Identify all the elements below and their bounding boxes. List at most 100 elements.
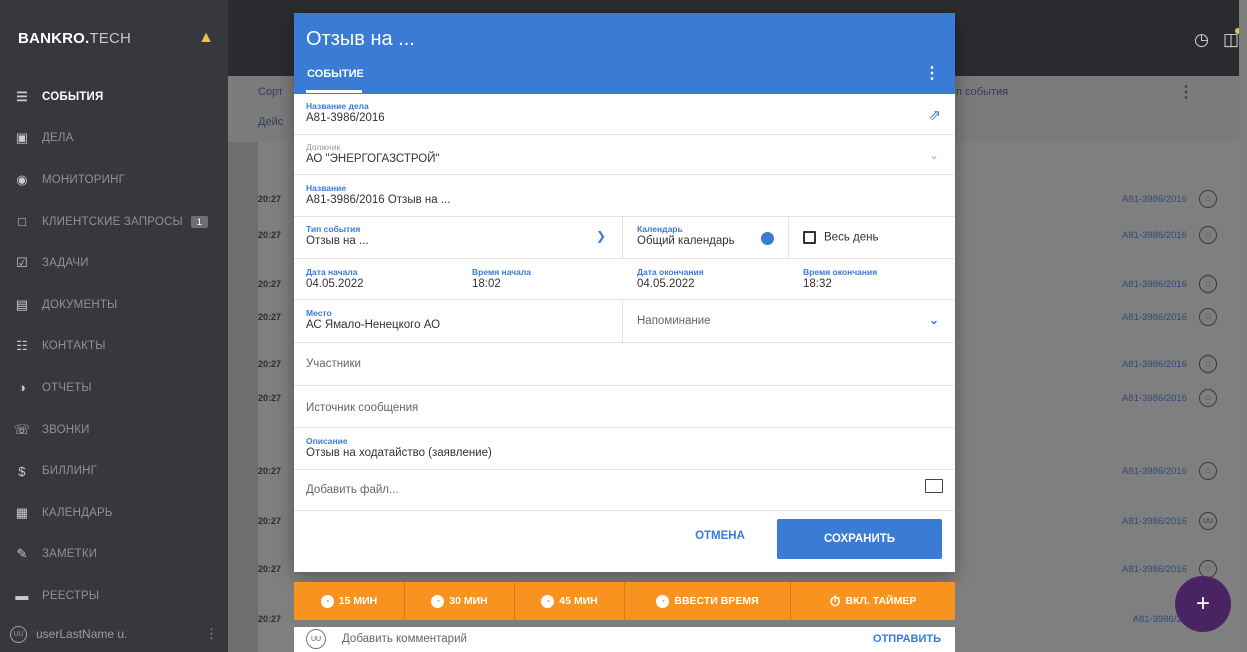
sidebar-item-8[interactable]: ☏ ЗВОНКИ [0,409,228,451]
more-vert-icon[interactable]: ⋮ [1178,82,1194,102]
source-placeholder: Источник сообщения [306,402,419,414]
add-30-min-button[interactable]: ◔ 30 МИН [405,582,515,620]
field-label: Дата окончания [637,267,704,277]
event-type-filter[interactable]: п события [956,86,1008,98]
chat-icon[interactable]: □ [1199,190,1217,208]
sidebar-item-7[interactable]: ◑ ОТЧЕТЫ [0,367,228,409]
participants-field[interactable]: Участники [294,343,955,386]
calendar-color-dot [761,232,774,245]
sidebar-item-12[interactable]: ▬ РЕЕСТРЫ [0,575,228,617]
description-field[interactable]: Описание Отзыв на ходатайство (заявление… [294,428,955,470]
event-time: 20:27 [258,279,282,289]
field-value: 04.05.2022 [306,278,364,290]
sidebar-item-4[interactable]: ☑ ЗАДАЧИ [0,242,228,284]
event-time: 20:27 [258,564,282,574]
case-link[interactable]: А81-3986/2016 [1122,516,1187,527]
actions-label[interactable]: Дейс [258,116,283,128]
tab-event[interactable]: СОБЫТИЕ [307,68,364,80]
sort-label[interactable]: Сорт [258,86,283,98]
chevron-down-icon[interactable]: ❯ [596,229,606,243]
case-link[interactable]: А81-3986/2016 [1122,230,1187,241]
chat-icon: □ [17,214,27,230]
case-link[interactable]: А81-3986/2016 [1122,279,1187,290]
save-button[interactable]: СОХРАНИТЬ [777,519,942,559]
chat-icon[interactable]: □ [1199,308,1217,326]
place-field[interactable]: Место АС Ямало-Ненецкого АО [294,300,623,342]
chevron-down-icon[interactable]: ⌄ [929,313,939,327]
dates-row: Дата начала 04.05.2022 Время начала 18:0… [294,259,955,300]
chat-icon[interactable]: □ [1199,462,1217,480]
add-file-row[interactable]: Добавить файл... [294,470,955,511]
events-icon: ☰ [16,88,28,104]
sidebar-item-label: ДОКУМЕНТЫ [42,298,118,311]
case-link[interactable]: А81-3986/2016 [1122,564,1187,575]
type-calendar-row: Тип события Отзыв на ... ❯ Календарь Общ… [294,217,955,259]
sidebar-item-1[interactable]: ▣ ДЕЛА [0,118,228,160]
send-button[interactable]: ОТПРАВИТЬ [873,633,941,645]
event-time: 20:27 [258,194,282,204]
reminder-select[interactable]: Напоминание ⌄ [623,300,955,342]
enter-time-button[interactable]: ◔ ВВЕСТИ ВРЕМЯ [625,582,791,620]
clock-icon[interactable]: ◷ [1194,30,1209,50]
sidebar-item-9[interactable]: $ БИЛЛИНГ [0,450,228,492]
sidebar-item-label: БИЛЛИНГ [42,465,98,478]
brand-logo[interactable]: BANKRO.TECH [18,30,131,47]
case-link[interactable]: А81-3986/2016 [1122,466,1187,477]
sidebar-item-5[interactable]: ▤ ДОКУМЕНТЫ [0,284,228,326]
checkbox-icon[interactable] [803,231,816,244]
event-time: 20:27 [258,230,282,240]
open-external-icon[interactable]: ⇗ [928,106,941,124]
sidebar: BANKRO.TECH ▲ ☰ СОБЫТИЯ ▣ ДЕЛА ◉ МОНИТОРИНГ □ К… [0,0,228,652]
chat-icon[interactable]: □ [1199,355,1217,373]
folder-icon[interactable] [925,479,943,493]
case-link[interactable]: А81-3986/2016 [1122,393,1187,404]
all-day-checkbox[interactable]: Весь день [789,217,955,258]
event-type-select[interactable]: Тип события Отзыв на ... ❯ [294,217,623,258]
field-label: Должник [306,142,341,152]
tab-indicator [306,90,362,93]
case-link[interactable]: А81-3986/2016 [1122,359,1187,370]
chat-icon[interactable]: □ [1199,275,1217,293]
calendar-icon: ▦ [15,504,29,520]
sidebar-item-10[interactable]: ▦ КАЛЕНДАРЬ [0,492,228,534]
pencil-icon: ✎ [16,546,28,562]
sidebar-item-2[interactable]: ◉ МОНИТОРИНГ [0,159,228,201]
chat-icon[interactable]: □ [1199,226,1217,244]
avatar[interactable]: UU [1199,512,1217,530]
add-fab-button[interactable]: + [1175,576,1231,632]
field-label: Название [306,183,347,193]
cancel-button[interactable]: ОТМЕНА [686,530,754,542]
clock-icon: ◔ [320,594,334,608]
calendar-select[interactable]: Календарь Общий календарь [623,217,789,258]
sidebar-item-0[interactable]: ☰ СОБЫТИЯ [0,76,228,118]
add-45-min-button[interactable]: ◔ 45 МИН [515,582,625,620]
more-vert-icon[interactable]: ⋮ [205,626,218,642]
field-value: Отзыв на ходатайство (заявление) [306,447,492,459]
briefcase-icon: ▣ [15,130,29,146]
case-name-row: Название дела А81-3986/2016 ⇗ [294,94,955,135]
user-menu[interactable]: UU userLastName u. ⋮ [0,616,228,652]
more-vert-icon[interactable]: ⋮ [924,63,940,83]
participants-placeholder: Участники [306,358,361,370]
case-link[interactable]: А81-3986/2016 [1122,194,1187,205]
comment-input[interactable]: Добавить комментарий [342,633,467,645]
chevron-down-icon[interactable]: ⌄ [929,148,939,162]
place-reminder-row: Место АС Ямало-Ненецкого АО Напоминание … [294,300,955,343]
bell-icon[interactable]: ▲ [198,29,214,47]
source-field[interactable]: Источник сообщения [294,386,955,428]
field-value: 18:02 [472,278,501,290]
notifications-panel-icon[interactable]: ◫ [1223,28,1241,50]
sidebar-item-3[interactable]: □ КЛИЕНТСКИЕ ЗАПРОСЫ 1 [0,201,228,243]
add-15-min-button[interactable]: ◔ 15 МИН [294,582,405,620]
chat-icon[interactable]: □ [1199,389,1217,407]
case-link[interactable]: А81-3986/2016 [1122,312,1187,323]
start-timer-button[interactable]: ⏱ ВКЛ. ТАЙМЕР [791,582,955,620]
field-value: 18:32 [803,278,832,290]
scrollbar[interactable] [1239,0,1247,652]
count-badge: 1 [190,215,209,228]
time-tracking-bar: ◔ 15 МИН ◔ 30 МИН ◔ 45 МИН ◔ ВВЕСТИ ВРЕМЯ ⏱ В… [294,582,955,620]
sidebar-item-label: РЕЕСТРЫ [42,589,100,602]
clock-icon: ◔ [656,594,670,608]
sidebar-item-11[interactable]: ✎ ЗАМЕТКИ [0,534,228,576]
sidebar-item-6[interactable]: ☷ КОНТАКТЫ [0,326,228,368]
